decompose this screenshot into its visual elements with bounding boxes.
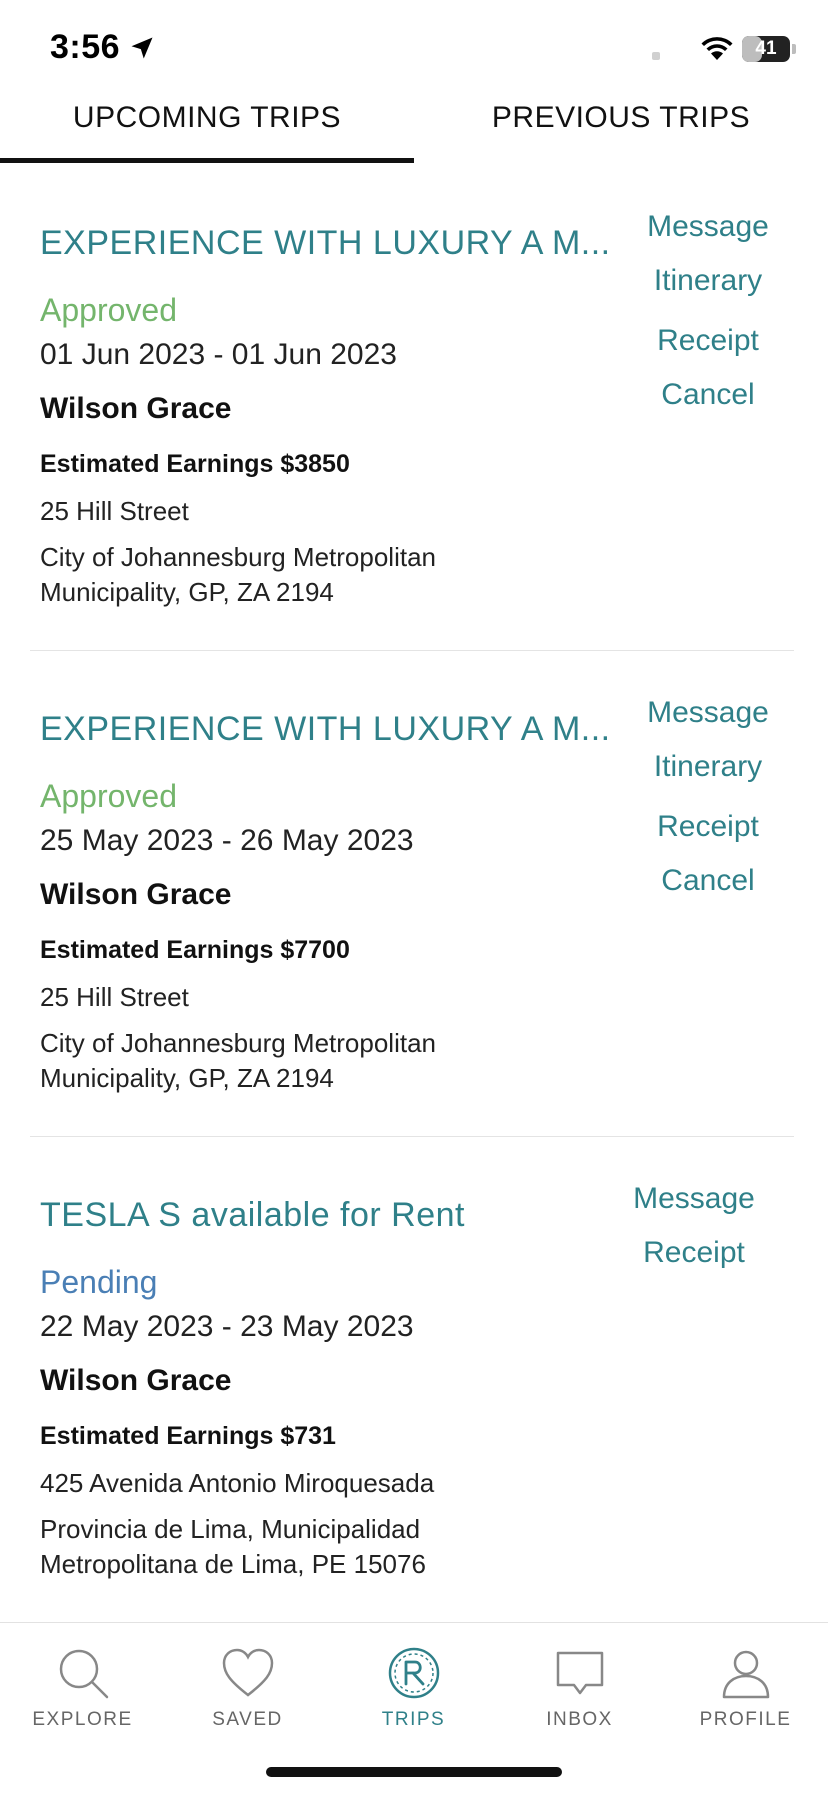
- trip-street: 25 Hill Street: [40, 496, 189, 526]
- trip-city-line-2: Municipality, GP, ZA 2194: [40, 577, 334, 607]
- nav-label: SAVED: [212, 1709, 283, 1730]
- nav-label: PROFILE: [699, 1709, 792, 1730]
- trip-status: Pending: [40, 1264, 158, 1300]
- nav-trips[interactable]: TRIPS: [331, 1623, 496, 1743]
- trip-divider: [30, 1136, 794, 1137]
- trip-actions: Message Receipt: [614, 1182, 774, 1270]
- nav-explore[interactable]: EXPLORE: [0, 1623, 165, 1743]
- status-time: 3:56: [50, 28, 121, 66]
- trip-dates: 22 May 2023 - 23 May 2023: [40, 1310, 414, 1343]
- trip-dates: 01 Jun 2023 - 01 Jun 2023: [40, 338, 397, 371]
- trip-city-line-2: Metropolitana de Lima, PE 15076: [40, 1549, 426, 1579]
- chat-bubble-icon: [556, 1651, 603, 1695]
- home-indicator: [266, 1767, 562, 1777]
- trip-earnings: Estimated Earnings $731: [40, 1422, 336, 1450]
- location-arrow-icon: [131, 37, 153, 59]
- cancel-link[interactable]: Cancel: [628, 864, 788, 898]
- trips-logo-icon: [388, 1647, 439, 1699]
- trip-tabs: UPCOMING TRIPS PREVIOUS TRIPS: [0, 96, 828, 166]
- trip-city-line-1: City of Johannesburg Metropolitan: [40, 1028, 437, 1058]
- trip-dates: 25 May 2023 - 26 May 2023: [40, 824, 414, 857]
- nav-inbox[interactable]: INBOX: [497, 1623, 662, 1743]
- trip-guest: Wilson Grace: [40, 878, 232, 911]
- receipt-link[interactable]: Receipt: [628, 810, 788, 864]
- trip-divider: [30, 650, 794, 651]
- nav-label: INBOX: [546, 1709, 613, 1730]
- nav-label: TRIPS: [381, 1709, 446, 1730]
- message-link[interactable]: Message: [628, 210, 788, 264]
- nav-profile[interactable]: PROFILE: [663, 1623, 828, 1743]
- tab-upcoming-trips[interactable]: UPCOMING TRIPS: [0, 96, 414, 166]
- trip-actions: Message Itinerary Receipt Cancel: [628, 696, 788, 898]
- trip-actions: Message Itinerary Receipt Cancel: [628, 210, 788, 412]
- battery-icon: 41: [742, 36, 790, 62]
- nav-label: EXPLORE: [32, 1709, 133, 1730]
- trip-city-line-1: Provincia de Lima, Municipalidad: [40, 1514, 421, 1544]
- trip-city-line-1: City of Johannesburg Metropolitan: [40, 542, 437, 572]
- person-icon: [722, 1650, 769, 1699]
- search-icon: [59, 1649, 108, 1699]
- heart-icon: [222, 1648, 273, 1697]
- itinerary-link[interactable]: Itinerary: [628, 750, 788, 810]
- trip-street: 425 Avenida Antonio Miroquesada: [40, 1468, 435, 1498]
- trip-status: Approved: [40, 292, 177, 328]
- trip-street: 25 Hill Street: [40, 982, 189, 1012]
- trip-status: Approved: [40, 778, 177, 814]
- cancel-link[interactable]: Cancel: [628, 378, 788, 412]
- trip-city-line-2: Municipality, GP, ZA 2194: [40, 1063, 334, 1093]
- trip-title[interactable]: EXPERIENCE WITH LUXURY A M...: [40, 710, 611, 749]
- trip-guest: Wilson Grace: [40, 1364, 232, 1397]
- wifi-icon: [701, 37, 733, 60]
- status-dot: [652, 52, 660, 60]
- trip-earnings: Estimated Earnings $3850: [40, 450, 350, 478]
- itinerary-link[interactable]: Itinerary: [628, 264, 788, 324]
- trip-guest: Wilson Grace: [40, 392, 232, 425]
- battery-tip: [792, 44, 796, 54]
- receipt-link[interactable]: Receipt: [628, 324, 788, 378]
- trip-title[interactable]: TESLA S available for Rent: [40, 1196, 465, 1235]
- tab-previous-trips[interactable]: PREVIOUS TRIPS: [414, 96, 828, 166]
- message-link[interactable]: Message: [628, 696, 788, 750]
- battery-percent: 41: [755, 38, 777, 59]
- status-bar: 3:56 41: [0, 0, 828, 96]
- active-tab-indicator: [0, 158, 414, 163]
- message-link[interactable]: Message: [614, 1182, 774, 1236]
- nav-saved[interactable]: SAVED: [165, 1623, 330, 1743]
- receipt-link[interactable]: Receipt: [614, 1236, 774, 1270]
- trip-title[interactable]: EXPERIENCE WITH LUXURY A M...: [40, 224, 611, 263]
- trip-earnings: Estimated Earnings $7700: [40, 936, 350, 964]
